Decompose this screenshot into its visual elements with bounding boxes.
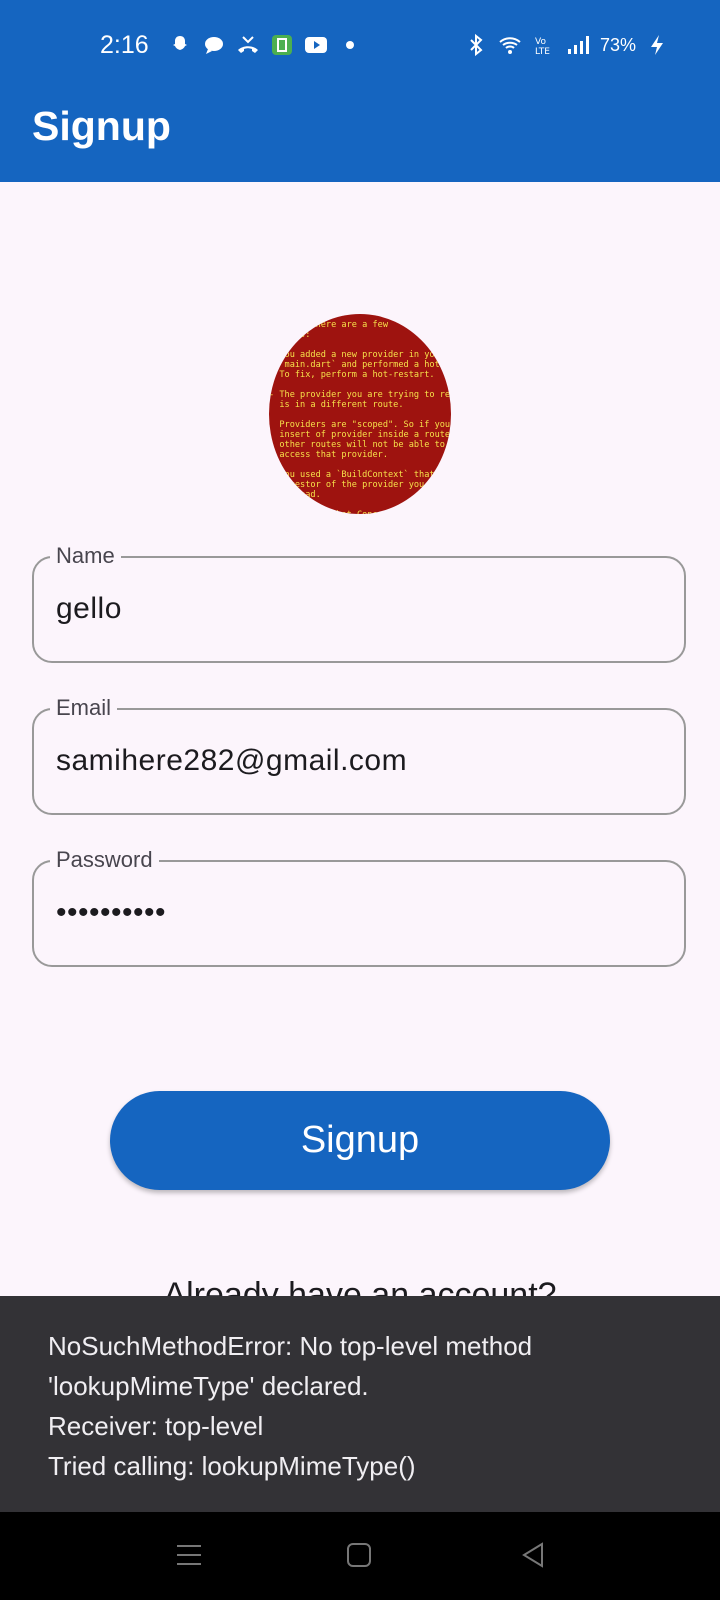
chat-icon [205,37,223,54]
missed-call-icon [238,36,258,53]
status-time: 2:16 [100,31,149,59]
wifi-icon [499,37,521,54]
name-input[interactable]: gello [56,592,122,626]
volte-icon: VoLTE [535,37,550,57]
email-field[interactable]: Email samihere282@gmail.com [32,695,720,818]
signup-button[interactable]: Signup [110,1091,610,1190]
notification-icons [168,33,362,57]
youtube-icon [305,37,327,53]
avatar-error-text: device. There are a few reasons: - You a… [269,320,451,514]
svg-text:Vo: Vo [535,37,546,47]
app-bar: Signup [0,90,720,182]
snackbar-line: Tried calling: lookupMimeType() [48,1451,416,1481]
password-field[interactable]: Password •••••••••• [32,847,720,970]
menu-icon[interactable] [174,1540,204,1570]
page-title: Signup [32,103,171,149]
battery-icon [651,35,663,55]
error-snackbar: NoSuchMethodError: No top-level method '… [0,1296,720,1512]
email-input[interactable]: samihere282@gmail.com [56,744,407,778]
back-icon[interactable] [518,1540,548,1570]
snackbar-line: 'lookupMimeType' declared. [48,1371,369,1401]
app-icon [272,35,292,55]
snackbar-line: Receiver: top-level [48,1411,264,1441]
email-field-label: Email [50,695,118,721]
svg-text:LTE: LTE [535,47,550,57]
bluetooth-icon [470,33,483,57]
name-field-label: Name [50,543,121,569]
snackbar-line: NoSuchMethodError: No top-level method [48,1331,533,1361]
system-icons: Vo LTE 73% [464,33,670,57]
battery-percent: 73% [599,34,636,55]
status-bar: 2:16 Vo LTE 73% [0,0,720,90]
profile-image-picker[interactable]: device. There are a few reasons: - You a… [269,314,451,514]
name-field[interactable]: Name gello [32,543,720,666]
snapchat-icon [173,36,187,50]
dot-icon [346,41,354,49]
signal-icon [567,36,589,54]
name-field-border [32,556,686,663]
password-field-label: Password [50,847,159,873]
snackbar-message: NoSuchMethodError: No top-level method '… [48,1326,532,1486]
home-icon[interactable] [344,1540,374,1570]
system-nav-bar [0,1512,720,1600]
password-input[interactable]: •••••••••• [56,896,166,930]
